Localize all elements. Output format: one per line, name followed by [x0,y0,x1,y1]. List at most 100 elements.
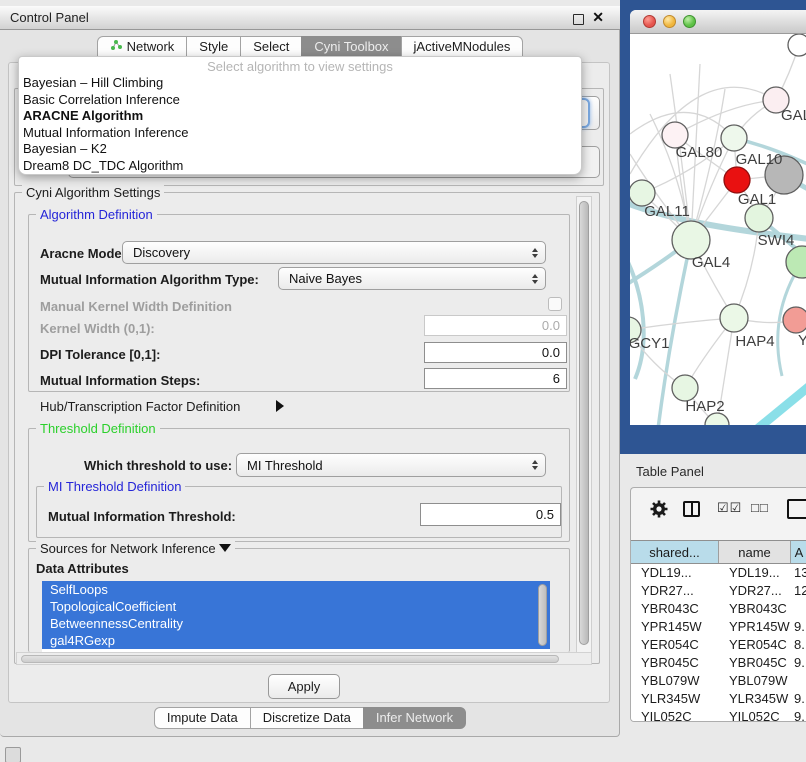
control-panel-titlebar[interactable]: Control Panel ✕ [0,6,620,30]
attribute-item[interactable]: TopologicalCoefficient [42,598,550,615]
table-row[interactable]: YBR043CYBR043C [631,600,806,618]
gear-icon[interactable] [649,499,669,524]
manual-kernel-checkbox[interactable] [548,297,562,311]
expanded-arrow-icon[interactable] [219,544,231,552]
node-swi4[interactable] [786,246,806,278]
data-attributes-list[interactable]: SelfLoops TopologicalCoefficient Between… [42,581,550,652]
column-header-shared-name[interactable]: shared... [631,541,719,563]
dropdown-item-mutual-information[interactable]: Mutual Information Inference [19,125,581,142]
node-label-gal-clipped: GAL [781,107,806,124]
dropdown-item-bayesian-hill-climbing[interactable]: Bayesian – Hill Climbing [19,75,581,92]
table-panel-title: Table Panel [636,464,704,479]
data-attributes-label: Data Attributes [36,561,129,576]
node-label-gal80: GAL80 [676,144,723,161]
dropdown-item-aracne[interactable]: ARACNE Algorithm [19,108,581,125]
table-body[interactable]: YDL19...YDL19...13 YDR27...YDR27...12 YB… [631,564,806,722]
table-row[interactable]: YDR27...YDR27...12 [631,582,806,600]
dropdown-item-bayesian-k2[interactable]: Bayesian – K2 [19,141,581,158]
close-traffic-icon[interactable] [643,15,656,28]
settings-vertical-scrollbar[interactable] [576,196,592,658]
tab-discretize-data[interactable]: Discretize Data [250,707,364,729]
attribute-item[interactable]: BetweennessCentrality [42,615,550,632]
close-icon[interactable]: ✕ [592,9,604,26]
float-panel-icon[interactable] [573,14,584,25]
aracne-mode-label: Aracne Mode: [40,246,126,261]
table-row[interactable]: YER054CYER054C8. [631,636,806,654]
node-label-hap4: HAP4 [735,333,774,350]
table-row[interactable]: YIL052CYIL052C9. [631,708,806,722]
apply-button[interactable]: Apply [268,674,340,699]
node-label-gcy1: GCY1 [630,335,669,352]
scrollbar-thumb[interactable] [579,201,589,645]
node-label-gal10: GAL10 [736,151,783,168]
network-window-titlebar[interactable] [630,10,806,34]
which-threshold-select[interactable]: MI Threshold [236,453,546,477]
dpi-tolerance-input[interactable]: 0.0 [424,342,567,363]
column-view-icon[interactable] [683,501,700,517]
mi-algorithm-type-select[interactable]: Naive Bayes [278,267,546,290]
algorithm-dropdown: Select algorithm to view settings Bayesi… [18,56,582,175]
scrollbar-thumb[interactable] [21,655,559,663]
cyni-bottom-tabbar: Impute Data Discretize Data Infer Networ… [0,707,620,729]
zoom-traffic-icon[interactable] [683,15,696,28]
dropdown-item-dream8[interactable]: Dream8 DC_TDC Algorithm [19,158,581,175]
node-hap4[interactable] [720,304,748,332]
attribute-item[interactable]: SelfLoops [42,581,550,598]
which-threshold-label: Which threshold to use: [84,458,232,473]
hub-definition-label[interactable]: Hub/Transcription Factor Definition [40,399,240,414]
stepper-icon [532,274,538,284]
kernel-width-label: Kernel Width (0,1): [40,321,155,336]
algorithm-dropdown-placeholder: Select algorithm to view settings [19,57,581,75]
stepper-icon [532,248,538,258]
node-gal1[interactable] [745,204,773,232]
mi-threshold-title: MI Threshold Definition [44,479,185,494]
control-panel-title: Control Panel [10,10,89,25]
settings-horizontal-scrollbar[interactable] [16,652,592,665]
node-label-y-clipped: Y [798,332,806,349]
file-icon[interactable] [787,499,806,519]
tab-jactivemnodules[interactable]: jActiveMNodules [401,36,524,58]
unchecked-rows-icon[interactable]: □□ [751,500,769,515]
screen: Control Panel ✕ Network Style Select Cyn… [0,0,806,762]
collapsed-arrow-icon[interactable] [276,400,284,412]
mi-algorithm-type-label: Mutual Information Algorithm Type: [40,272,259,287]
node-red-selected[interactable] [724,167,750,193]
table-row[interactable]: YLR345WYLR345W9. [631,690,806,708]
mi-steps-label: Mutual Information Steps: [40,373,200,388]
tab-select[interactable]: Select [240,36,302,58]
node-gal10[interactable] [721,125,747,151]
table-panel-window: ☑☑ □□ shared... name A YDL19...YDL19...1… [630,487,806,722]
checked-rows-icon[interactable]: ☑☑ [717,500,742,516]
kernel-width-input[interactable]: 0.0 [424,315,567,336]
tab-impute-data[interactable]: Impute Data [154,707,251,729]
tab-style[interactable]: Style [186,36,241,58]
mi-threshold-label: Mutual Information Threshold: [48,509,236,524]
aracne-mode-select[interactable]: Discovery [122,241,546,264]
mi-threshold-input[interactable]: 0.5 [420,503,561,526]
manual-kernel-label: Manual Kernel Width Definition [40,299,232,314]
column-header-name[interactable]: name [719,541,791,563]
node-label-swi4: SWI4 [758,232,795,249]
column-header-clipped[interactable]: A [791,541,806,563]
node-label-gal11: GAL11 [644,203,690,220]
tab-cyni-toolbox[interactable]: Cyni Toolbox [301,36,401,58]
network-canvas[interactable]: GAL GAL80 GAL10 GAL1 GAL11 SWI4 GAL4 GCY… [630,34,806,425]
node-label-hap2: HAP2 [685,398,724,415]
table-row[interactable]: YPR145WYPR145W9. [631,618,806,636]
tab-network[interactable]: Network [97,36,188,58]
sources-title[interactable]: Sources for Network Inference [36,541,235,556]
table-row[interactable]: YBR045CYBR045C9. [631,654,806,672]
table-row[interactable]: YDL19...YDL19...13 [631,564,806,582]
minimized-panel-icon[interactable] [5,747,21,762]
dropdown-item-basic-correlation[interactable]: Basic Correlation Inference [19,92,581,109]
tab-network-label: Network [127,36,175,58]
attribute-item[interactable]: gal4RGexp [42,632,550,649]
tab-infer-network[interactable]: Infer Network [363,707,466,729]
attribute-list-scrollbar[interactable] [538,584,547,646]
table-row[interactable]: YBL079WYBL079W [631,672,806,690]
node-y-clipped[interactable] [783,307,806,333]
minimize-traffic-icon[interactable] [663,15,676,28]
dpi-tolerance-label: DPI Tolerance [0,1]: [40,347,160,362]
node-unlabeled[interactable] [788,34,806,56]
mi-steps-input[interactable]: 6 [424,368,567,389]
